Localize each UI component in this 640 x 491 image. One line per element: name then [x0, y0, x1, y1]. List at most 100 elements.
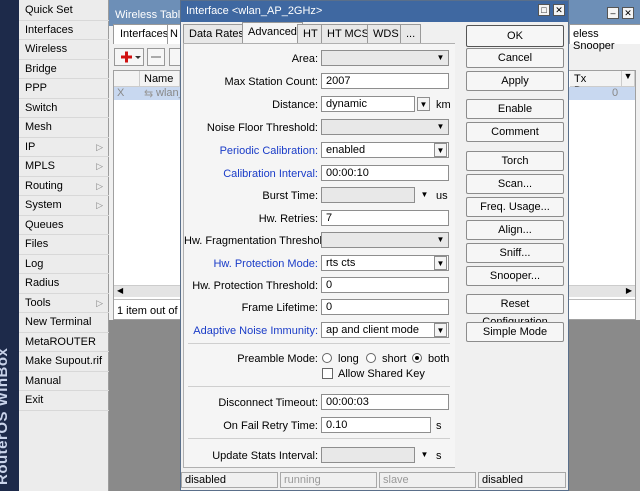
status-disabled: disabled [478, 472, 566, 488]
chevron-down-icon[interactable]: ▼ [434, 120, 447, 134]
scroll-right-icon[interactable]: ▶ [626, 286, 632, 295]
col-name[interactable]: Name [140, 71, 180, 87]
sidebar-item[interactable]: Routing ▷ [19, 177, 109, 196]
hw-protection-mode-dropdown-icon[interactable]: ▼ [434, 256, 447, 270]
sidebar-item[interactable]: IP ▷ [19, 138, 109, 157]
frame-lifetime-input[interactable]: 0 [321, 299, 449, 315]
sidebar-item[interactable]: New Terminal [19, 313, 109, 333]
hw-protection-mode-select[interactable]: rts cts [321, 255, 449, 271]
snooper-button[interactable]: Snooper... [466, 266, 564, 286]
chevron-down-icon[interactable]: ▼ [418, 188, 431, 202]
tab-wireless-snooper[interactable]: eless Snooper [569, 24, 640, 52]
sniff-button[interactable]: Sniff... [466, 243, 564, 263]
chevron-down-icon[interactable]: ▼ [418, 448, 431, 462]
periodic-calibration-select[interactable]: enabled [321, 142, 449, 158]
sidebar-item[interactable]: Tools ▷ [19, 294, 109, 313]
adaptive-noise-immunity-select[interactable]: ap and client mode [321, 322, 449, 338]
simple-mode-button[interactable]: Simple Mode [466, 322, 564, 342]
apply-button[interactable]: Apply [466, 71, 564, 91]
tab-n[interactable]: N [167, 24, 181, 44]
ok-button[interactable]: OK [466, 25, 564, 47]
comment-button[interactable]: Comment [466, 122, 564, 142]
periodic-calibration-dropdown-icon[interactable]: ▼ [434, 143, 447, 157]
hw-fragmentation-label: Hw. Fragmentation Threshold: [184, 235, 332, 247]
update-stats-interval-input[interactable] [321, 447, 415, 463]
sidebar-item[interactable]: Queues [19, 216, 109, 235]
cancel-button[interactable]: Cancel [466, 48, 564, 68]
adaptive-noise-immunity-label: Adaptive Noise Immunity: [193, 325, 318, 337]
on-fail-retry-input[interactable]: 0.10 [321, 417, 431, 433]
sidebar-item[interactable]: Make Supout.rif [19, 352, 109, 372]
remove-button[interactable] [147, 48, 165, 66]
chevron-down-icon[interactable]: ▼ [434, 51, 447, 65]
col-tx-drops[interactable]: Tx Drops [570, 71, 622, 97]
adaptive-noise-dropdown-icon[interactable]: ▼ [434, 323, 447, 337]
allow-shared-key-checkbox[interactable] [322, 368, 333, 379]
row-tx-drops: 0 [612, 87, 619, 99]
scan-button[interactable]: Scan... [466, 174, 564, 194]
toolbar-button-partial[interactable] [169, 48, 180, 66]
submenu-arrow-icon: ▷ [96, 180, 103, 191]
preamble-long-radio[interactable] [322, 353, 332, 363]
burst-time-input[interactable] [321, 187, 415, 203]
restore-button[interactable]: □ [538, 4, 550, 16]
torch-button[interactable]: Torch [466, 151, 564, 171]
max-station-count-input[interactable]: 2007 [321, 73, 449, 89]
sidebar-item[interactable]: System ▷ [19, 196, 109, 216]
preamble-short-radio[interactable] [366, 353, 376, 363]
sidebar-item[interactable]: Exit [19, 391, 109, 411]
preamble-mode-label: Preamble Mode: [237, 353, 318, 365]
calibration-interval-input[interactable]: 00:00:10 [321, 165, 449, 181]
preamble-both-radio[interactable] [412, 353, 422, 363]
hw-fragmentation-select[interactable] [321, 232, 449, 248]
sidebar-item[interactable]: Wireless [19, 40, 109, 60]
disconnect-timeout-input[interactable]: 00:00:03 [321, 394, 449, 410]
tab-data-rates[interactable]: Data Rates [183, 24, 251, 43]
minus-icon [151, 56, 161, 58]
plus-icon [121, 51, 141, 63]
sidebar-item[interactable]: Bridge [19, 60, 109, 79]
sidebar-item[interactable]: Radius [19, 274, 109, 294]
sidebar-item[interactable]: Files [19, 235, 109, 255]
dialog-tabs: Data Rates Advanced HT HT MCS WDS ... [181, 22, 457, 43]
chevron-down-icon[interactable]: ▼ [434, 233, 447, 247]
align-button[interactable]: Align... [466, 220, 564, 240]
enable-button[interactable]: Enable [466, 99, 564, 119]
sidebar-item[interactable]: PPP [19, 79, 109, 99]
tab-more[interactable]: ... [400, 24, 422, 43]
close-button[interactable]: ✕ [553, 4, 565, 16]
tab-interfaces[interactable]: Interfaces [113, 24, 176, 44]
sidebar-item[interactable]: Mesh [19, 118, 109, 138]
tab-ht[interactable]: HT [297, 24, 324, 43]
sidebar-item[interactable]: MetaROUTER [19, 333, 109, 352]
sidebar-item[interactable]: Interfaces [19, 21, 109, 40]
row-flag: X [117, 87, 125, 99]
sidebar-item[interactable]: Quick Set [19, 1, 109, 21]
bg-close-button[interactable]: ✕ [622, 7, 634, 19]
status-enabled: disabled [181, 472, 278, 488]
distance-input[interactable]: dynamic [321, 96, 415, 112]
scroll-left-icon[interactable]: ◀ [117, 286, 123, 295]
update-stats-unit: s [436, 450, 442, 462]
add-button[interactable] [114, 48, 144, 66]
hw-retries-input[interactable]: 7 [321, 210, 449, 226]
hw-protection-threshold-label: Hw. Protection Threshold: [192, 280, 318, 292]
bg-minimize-button[interactable]: – [607, 7, 619, 19]
column-menu-icon[interactable]: ▼ [622, 71, 635, 87]
distance-dropdown-icon[interactable]: ▼ [417, 97, 430, 111]
sidebar-item[interactable]: Manual [19, 372, 109, 391]
tab-advanced[interactable]: Advanced [242, 22, 303, 43]
col-flag[interactable] [114, 71, 140, 87]
area-select[interactable] [321, 50, 449, 66]
area-label: Area: [291, 53, 318, 65]
hw-protection-threshold-input[interactable]: 0 [321, 277, 449, 293]
noise-floor-select[interactable] [321, 119, 449, 135]
sidebar-item[interactable]: Log [19, 255, 109, 274]
reset-configuration-button[interactable]: Reset Configuration [466, 294, 564, 328]
sidebar-item[interactable]: Switch [19, 99, 109, 118]
allow-shared-key-label: Allow Shared Key [338, 368, 425, 380]
sidebar-item-label: Mesh [25, 121, 52, 133]
freq-usage-button[interactable]: Freq. Usage... [466, 197, 564, 217]
sidebar-item[interactable]: MPLS ▷ [19, 157, 109, 177]
sidebar-item-label: Radius [25, 277, 60, 289]
